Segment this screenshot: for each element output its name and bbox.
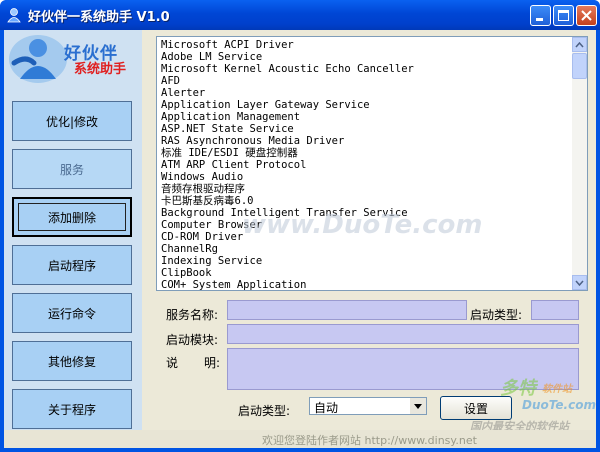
scroll-up-button[interactable]: [572, 37, 587, 52]
service-list-item[interactable]: Application Management: [161, 111, 571, 123]
service-list-item[interactable]: ChannelRg: [161, 243, 571, 255]
corner-watermark-url: DuoTe.com: [522, 398, 596, 412]
start-type-value: 自动: [314, 401, 339, 415]
service-list-item[interactable]: Microsoft Kernel Acoustic Echo Canceller: [161, 63, 571, 75]
description-label-2: 明:: [204, 356, 221, 370]
service-list-item[interactable]: COM+ System Application: [161, 279, 571, 290]
dropdown-arrow-icon[interactable]: [410, 398, 426, 414]
service-list-item[interactable]: RAS Asynchronous Media Driver: [161, 135, 571, 147]
service-list-item[interactable]: 音频存根驱动程序: [161, 183, 571, 195]
vertical-scrollbar[interactable]: [572, 37, 587, 290]
start-type-label: 启动类型:: [470, 308, 523, 322]
app-window: 好伙伴一系统助手 V1.0 好伙伴 系统助手 优化|修改 服务 添加删除 启动程…: [0, 0, 600, 452]
start-type-select[interactable]: 自动: [309, 397, 427, 415]
client-area: 好伙伴 系统助手 优化|修改 服务 添加删除 启动程序 运行命令 其他修复 关于…: [4, 30, 596, 448]
service-list-item[interactable]: Background Intelligent Transfer Service: [161, 207, 571, 219]
nav-other-repair-label: 其他修复: [47, 354, 96, 369]
service-list-item[interactable]: Computer Browser: [161, 219, 571, 231]
nav-about-label: 关于程序: [47, 402, 96, 417]
logo: 好伙伴 系统助手: [8, 33, 140, 85]
service-list-item[interactable]: Indexing Service: [161, 255, 571, 267]
minimize-icon: [536, 18, 543, 21]
window-title: 好伙伴一系统助手 V1.0: [28, 10, 170, 25]
service-name-field[interactable]: [227, 300, 467, 320]
service-list-item[interactable]: 标准 IDE/ESDI 硬盘控制器: [161, 147, 571, 159]
service-list-item[interactable]: Windows Audio: [161, 171, 571, 183]
nav-add-remove-button[interactable]: 添加删除: [12, 197, 132, 237]
service-list-item[interactable]: ATM ARP Client Protocol: [161, 159, 571, 171]
service-list-item[interactable]: ClipBook: [161, 267, 571, 279]
maximize-icon: [558, 10, 569, 21]
description-label-1: 说: [166, 356, 179, 370]
nav-startup-label: 启动程序: [47, 258, 96, 273]
scroll-down-button[interactable]: [572, 275, 587, 290]
nav-startup-button[interactable]: 启动程序: [12, 245, 132, 285]
service-list-item[interactable]: Microsoft ACPI Driver: [161, 39, 571, 51]
chevron-up-icon: [575, 41, 584, 47]
set-button[interactable]: 设置: [440, 396, 512, 420]
close-button[interactable]: [576, 5, 597, 26]
start-module-field[interactable]: [227, 324, 579, 344]
sidebar: 好伙伴 系统助手 优化|修改 服务 添加删除 启动程序 运行命令 其他修复 关于…: [4, 30, 142, 448]
nav-optimize-button[interactable]: 优化|修改: [12, 101, 132, 141]
minimize-button[interactable]: [530, 5, 551, 26]
focus-rect: [18, 203, 126, 231]
app-icon: [7, 8, 21, 23]
nav-optimize-label: 优化|修改: [45, 114, 99, 129]
services-listbox[interactable]: Microsoft ACPI Driver Adobe LM Service Mic…: [156, 36, 588, 291]
title-bar[interactable]: 好伙伴一系统助手 V1.0: [0, 0, 600, 30]
service-list-item[interactable]: Application Layer Gateway Service: [161, 99, 571, 111]
chevron-down-icon: [575, 280, 584, 286]
service-list-item[interactable]: Alerter: [161, 87, 571, 99]
nav-other-repair-button[interactable]: 其他修复: [12, 341, 132, 381]
service-list-item[interactable]: Adobe LM Service: [161, 51, 571, 63]
nav-run-command-button[interactable]: 运行命令: [12, 293, 132, 333]
start-module-label: 启动模块:: [166, 333, 219, 347]
services-list: Microsoft ACPI Driver Adobe LM Service Mic…: [161, 39, 571, 290]
logo-figure-icon: [9, 35, 67, 83]
nav-services-label: 服务: [59, 162, 84, 177]
nav-services-button[interactable]: 服务: [12, 149, 132, 189]
close-icon: [581, 10, 592, 21]
maximize-button[interactable]: [553, 5, 574, 26]
start-type-select-label: 启动类型:: [238, 404, 291, 418]
service-list-item[interactable]: ASP.NET State Service: [161, 123, 571, 135]
logo-subtitle: 系统助手: [74, 62, 127, 77]
footer-link[interactable]: 欢迎您登陆作者网站 http://www.dinsy.net: [262, 432, 477, 448]
nav-about-button[interactable]: 关于程序: [12, 389, 132, 429]
nav-run-command-label: 运行命令: [47, 306, 96, 321]
start-type-field[interactable]: [531, 300, 579, 320]
service-name-label: 服务名称:: [166, 308, 219, 322]
description-field[interactable]: [227, 348, 579, 390]
footer-bar: 欢迎您登陆作者网站 http://www.dinsy.net: [4, 430, 596, 448]
service-list-item[interactable]: AFD: [161, 75, 571, 87]
service-list-item[interactable]: 卡巴斯基反病毒6.0: [161, 195, 571, 207]
scroll-thumb[interactable]: [572, 53, 587, 79]
service-list-item[interactable]: CD-ROM Driver: [161, 231, 571, 243]
